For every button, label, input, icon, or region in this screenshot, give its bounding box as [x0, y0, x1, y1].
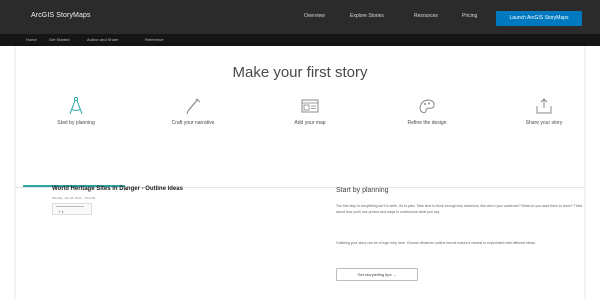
storytelling-tips-button[interactable]: Get storytelling tips → [336, 268, 418, 281]
map-icon [301, 99, 319, 113]
nav-explore-stories[interactable]: Explore Stories [350, 13, 384, 19]
compass-icon [69, 96, 83, 115]
step-tab-add-your-map[interactable]: Add your map [260, 94, 360, 144]
panel-title: Start by planning [336, 187, 389, 194]
panel-paragraph-1: The first step in storytelling isn't to … [336, 204, 583, 214]
step-tab-start-by-planning[interactable]: Start by planning [26, 94, 126, 144]
step-label: Refine the design [407, 120, 447, 126]
nav-pricing[interactable]: Pricing [462, 13, 477, 19]
step-label: Start by planning [57, 120, 95, 126]
subnav-home[interactable]: Home [26, 37, 37, 42]
nav-resources[interactable]: Resources [414, 13, 438, 19]
step-tab-share-story[interactable]: Share your story [494, 94, 594, 144]
step-label: Add your map [294, 120, 326, 126]
step-label: Share your story [525, 120, 563, 126]
main-content-card: Make your first story Start by planning … [16, 46, 584, 300]
brand-logo-text[interactable]: ArcGIS StoryMaps [31, 12, 91, 19]
panel-paragraph-2: Outlining your story can be a huge help … [336, 241, 536, 245]
page-title: Make your first story [232, 64, 368, 81]
step-tab-refine-design[interactable]: Refine the design [377, 94, 477, 144]
subnav-author-and-share[interactable]: Author and Share [87, 37, 118, 42]
step-tab-craft-narrative[interactable]: Craft your narrative [143, 94, 243, 144]
subnav-get-started[interactable]: Get Started [49, 37, 69, 42]
pen-icon [186, 98, 201, 115]
palette-icon [419, 99, 435, 114]
widget-label: + 1 [58, 209, 64, 214]
sub-navigation-bar: Home Get Started Author and Share Refere… [0, 34, 600, 46]
share-icon [536, 98, 552, 114]
story-meta: Monday, Jan 18, 2021 · 4:01 PM [52, 196, 96, 200]
launch-storymaps-button[interactable]: Launch ArcGIS StoryMaps [496, 11, 582, 26]
story-title: World Heritage Sites in Danger - Outline… [52, 186, 183, 192]
step-label: Craft your narrative [171, 120, 215, 126]
steps-tabbar: Start by planning Craft your narrative A… [16, 94, 584, 188]
subnav-reference[interactable]: Reference [145, 37, 163, 42]
top-navigation-bar: ArcGIS StoryMaps Overview Explore Storie… [0, 0, 600, 34]
nav-overview[interactable]: Overview [304, 13, 325, 19]
story-widget[interactable]: + 1 [52, 203, 92, 215]
widget-line [56, 206, 84, 207]
